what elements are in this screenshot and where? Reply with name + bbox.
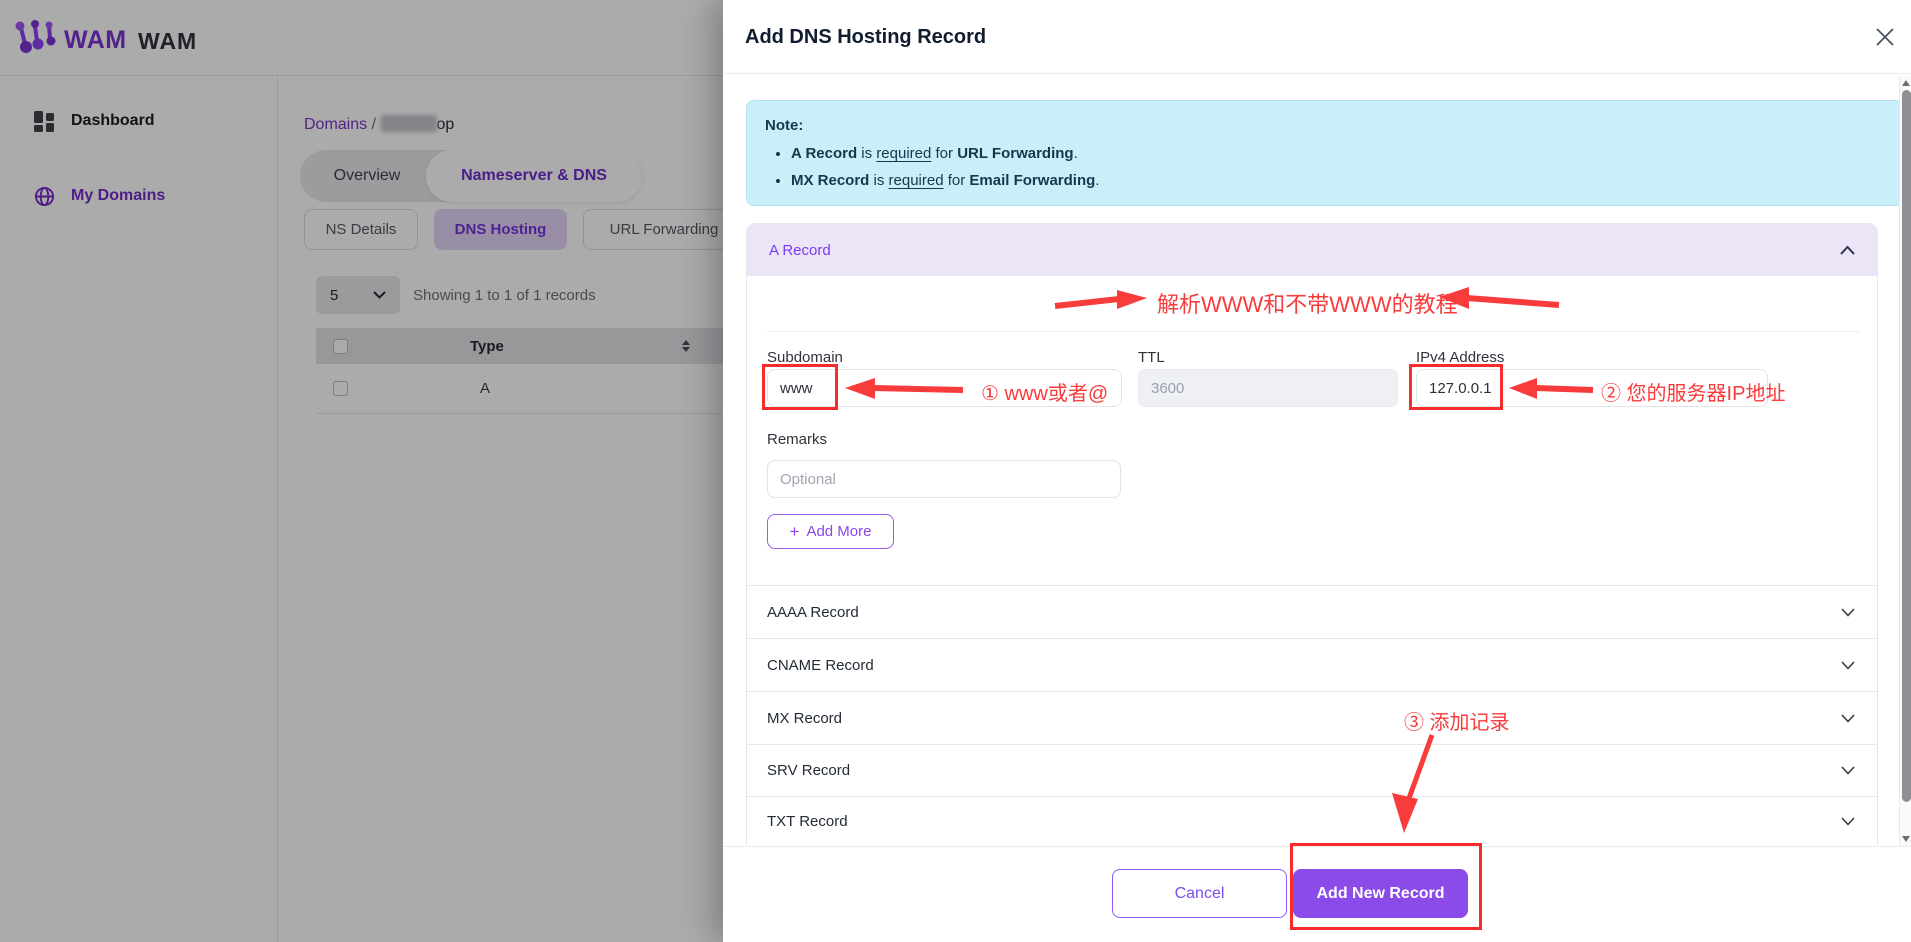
add-new-record-button[interactable]: Add New Record	[1293, 869, 1468, 918]
accordion-aaaa-record[interactable]: AAAA Record	[747, 585, 1877, 638]
accordion-cname-record[interactable]: CNAME Record	[747, 638, 1877, 691]
scroll-down-arrow-icon[interactable]	[1902, 836, 1910, 842]
add-dns-record-modal: Add DNS Hosting Record Note: A Record is…	[723, 0, 1911, 942]
accordion-mx-record[interactable]: MX Record	[747, 691, 1877, 744]
divider	[767, 331, 1859, 332]
scroll-up-arrow-icon[interactable]	[1902, 80, 1910, 86]
screen: WAM WAM Dashboard My Domains	[0, 0, 1911, 942]
add-more-label: Add More	[806, 523, 871, 540]
accordion-title: AAAA Record	[767, 604, 859, 621]
accordion-title: A Record	[769, 242, 831, 259]
accordion-a-record[interactable]: A Record	[747, 224, 1877, 276]
modal-header: Add DNS Hosting Record	[723, 0, 1911, 74]
dns-records-panel: A Record Subdomain TTL IPv4 Address Rema…	[746, 223, 1878, 845]
note-item: MX Record is required for Email Forwardi…	[791, 167, 1884, 194]
subdomain-input[interactable]	[767, 369, 1122, 407]
remarks-input[interactable]	[767, 460, 1121, 498]
accordion-title: MX Record	[767, 710, 842, 727]
ttl-label: TTL	[1138, 349, 1165, 366]
note-item: A Record is required for URL Forwarding.	[791, 140, 1884, 167]
modal-footer: Cancel Add New Record	[723, 846, 1911, 942]
accordion-srv-record[interactable]: SRV Record	[747, 744, 1877, 796]
modal-scrollbar[interactable]	[1899, 76, 1911, 846]
ipv4-label: IPv4 Address	[1416, 349, 1504, 366]
accordion-title: SRV Record	[767, 762, 850, 779]
note-box: Note: A Record is required for URL Forwa…	[746, 100, 1903, 206]
close-button[interactable]	[1875, 27, 1895, 47]
plus-icon: +	[790, 522, 800, 542]
cancel-button[interactable]: Cancel	[1112, 869, 1287, 918]
chevron-down-icon	[1841, 608, 1855, 617]
accordion-txt-record[interactable]: TXT Record	[747, 796, 1877, 846]
modal-title: Add DNS Hosting Record	[745, 26, 986, 49]
accordion-title: TXT Record	[767, 813, 848, 830]
subdomain-label: Subdomain	[767, 349, 843, 366]
chevron-up-icon	[1840, 246, 1855, 255]
scrollbar-thumb[interactable]	[1902, 90, 1911, 802]
chevron-down-icon	[1841, 661, 1855, 670]
chevron-down-icon	[1841, 714, 1855, 723]
close-icon	[1875, 27, 1895, 47]
note-heading: Note:	[765, 117, 1884, 134]
remarks-label: Remarks	[767, 431, 827, 448]
ipv4-input[interactable]	[1416, 369, 1768, 407]
chevron-down-icon	[1841, 817, 1855, 826]
add-more-button[interactable]: + Add More	[767, 514, 894, 549]
ttl-input	[1138, 369, 1398, 407]
a-record-form: Subdomain TTL IPv4 Address Remarks + Add…	[747, 276, 1877, 585]
chevron-down-icon	[1841, 766, 1855, 775]
accordion-title: CNAME Record	[767, 657, 874, 674]
